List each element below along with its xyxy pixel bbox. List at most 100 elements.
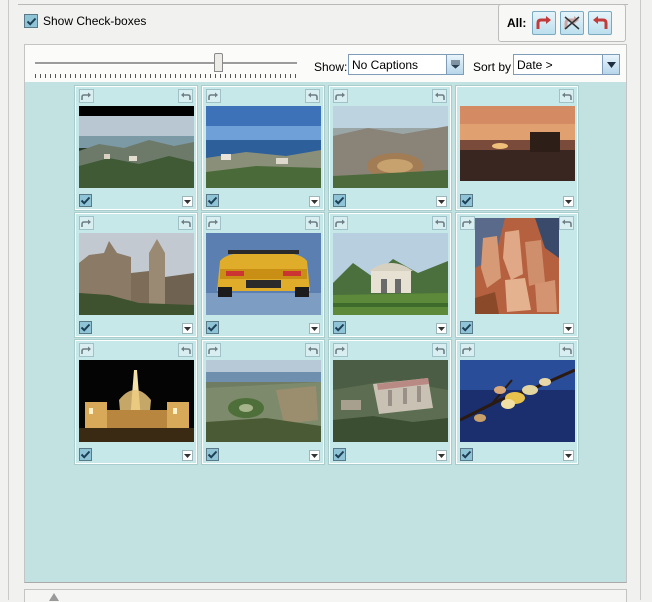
rotate-right-icon[interactable] [206,89,221,103]
sort-by-dropdown[interactable]: Date > [513,54,620,75]
photo-tile[interactable] [201,85,325,211]
photo-gallery-window: Show Check-boxes All: Show: No Captions … [0,0,652,602]
rotate-right-icon[interactable] [206,216,221,230]
left-divider [8,0,9,600]
status-bar [24,589,627,602]
rotate-right-icon[interactable] [79,89,94,103]
select-checkbox[interactable] [460,448,473,461]
photo-tile[interactable] [328,85,452,211]
chevron-down-icon[interactable] [309,196,320,207]
select-checkbox[interactable] [206,321,219,334]
photo-tile[interactable] [455,212,579,338]
rotate-left-icon[interactable] [305,216,320,230]
rotate-left-icon[interactable] [432,216,447,230]
checkmark-icon [207,450,218,459]
rotate-left-icon[interactable] [559,216,574,230]
checkmark-icon [80,323,91,332]
photo-tile[interactable] [74,339,198,465]
photo-tile[interactable] [201,339,325,465]
photo-tile[interactable] [74,212,198,338]
photo-thumbnail[interactable] [333,233,448,315]
chevron-down-icon[interactable] [563,323,574,334]
show-captions-value: No Captions [352,58,419,72]
photo-thumbnail[interactable] [333,106,448,188]
chevron-down-icon[interactable] [563,196,574,207]
zoom-slider-track[interactable] [35,62,297,65]
photo-tile[interactable] [201,212,325,338]
rotate-right-icon[interactable] [206,343,221,357]
rotate-left-icon[interactable] [432,89,447,103]
photo-tile[interactable] [328,212,452,338]
all-actions-panel: All: [498,4,626,42]
rotate-right-icon[interactable] [460,343,475,357]
photo-thumbnail[interactable] [206,360,321,442]
rotate-right-icon[interactable] [333,216,348,230]
select-checkbox[interactable] [333,194,346,207]
right-divider [640,0,641,600]
chevron-down-icon[interactable] [436,450,447,461]
show-checkboxes-toggle[interactable]: Show Check-boxes [24,12,146,30]
rotate-left-icon [593,16,608,29]
checkmark-icon [80,196,91,205]
rotate-left-icon[interactable] [305,89,320,103]
photo-thumbnail[interactable] [460,106,575,188]
chevron-down-icon[interactable] [563,450,574,461]
rotate-left-icon[interactable] [559,343,574,357]
rotate-left-icon[interactable] [305,343,320,357]
rotate-right-all-button[interactable] [532,11,557,35]
zoom-slider-thumb[interactable] [213,53,223,72]
rotate-left-icon[interactable] [178,89,193,103]
select-checkbox[interactable] [460,194,473,207]
photo-tile[interactable] [455,85,579,211]
photo-thumbnail[interactable] [79,106,194,188]
rotate-right-icon[interactable] [79,216,94,230]
chevron-down-icon[interactable] [602,55,619,74]
photo-thumbnail[interactable] [206,233,321,315]
select-checkbox[interactable] [460,321,473,334]
photo-thumbnail[interactable] [475,218,559,314]
select-checkbox[interactable] [79,448,92,461]
checkmark-icon [461,450,472,459]
chevron-down-icon[interactable] [182,323,193,334]
rotate-right-icon [536,16,552,29]
select-checkbox[interactable] [333,448,346,461]
rotate-right-icon[interactable] [79,343,94,357]
chevron-down-icon[interactable] [436,323,447,334]
show-checkboxes-checkbox[interactable] [24,14,38,28]
chevron-down-icon[interactable] [309,323,320,334]
photo-thumbnail[interactable] [333,360,448,442]
select-checkbox[interactable] [79,321,92,334]
select-checkbox[interactable] [333,321,346,334]
all-label: All: [507,16,527,30]
photo-tile[interactable] [328,339,452,465]
photo-thumbnail[interactable] [206,106,321,188]
chevron-down-icon[interactable] [182,196,193,207]
rotate-right-icon[interactable] [333,89,348,103]
photo-thumbnail[interactable] [79,360,194,442]
view-toolbar: Show: No Captions Sort by Date > [24,44,627,84]
rotate-right-icon[interactable] [333,343,348,357]
select-checkbox[interactable] [206,194,219,207]
checkmark-icon [461,323,472,332]
rotate-left-icon[interactable] [178,343,193,357]
chevron-down-icon[interactable] [182,450,193,461]
chevron-down-icon[interactable] [309,450,320,461]
checkmark-icon [207,323,218,332]
photo-tile[interactable] [74,85,198,211]
chevron-down-icon[interactable] [436,196,447,207]
select-checkbox[interactable] [206,448,219,461]
rotate-left-all-button[interactable] [588,11,613,35]
sort-label: Sort by [473,60,512,74]
photo-thumbnail[interactable] [460,360,575,442]
rotate-left-icon[interactable] [178,216,193,230]
photo-tile[interactable] [455,339,579,465]
thumbnail-grid [24,82,627,583]
rotate-left-icon[interactable] [432,343,447,357]
show-captions-dropdown[interactable]: No Captions [348,54,464,75]
chevron-down-icon[interactable] [446,55,463,74]
rotate-left-icon[interactable] [559,89,574,103]
photo-thumbnail[interactable] [79,233,194,315]
select-checkbox[interactable] [79,194,92,207]
clear-rotation-all-button[interactable] [560,11,585,35]
rotate-right-icon[interactable] [460,216,475,230]
